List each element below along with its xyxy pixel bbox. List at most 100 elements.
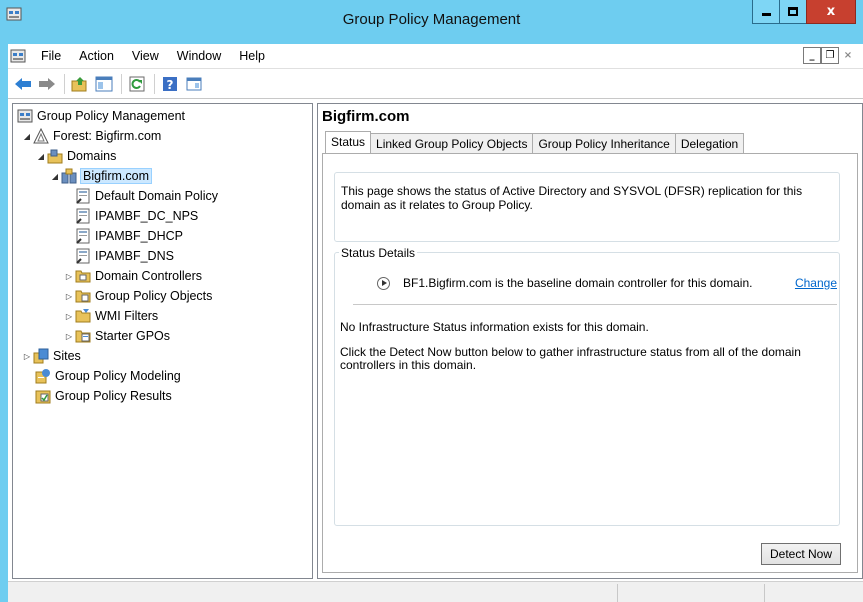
collapsed-arrow-icon[interactable]: ▷ [21,352,33,361]
gpo-link-icon [76,188,90,204]
tree-label: Forest: Bigfirm.com [53,129,162,143]
mdi-controls: _ ❐ × [803,47,857,64]
tree-label: Sites [53,349,81,363]
tree-node-domains[interactable]: ◢ Domains [35,146,116,166]
menu-window[interactable]: Window [168,49,230,63]
console-client-area: Group Policy Management ◢ Forest: Bigfir… [8,98,863,602]
tree-node-forest[interactable]: ◢ Forest: Bigfirm.com [21,126,161,146]
svg-text:?: ? [167,78,174,92]
expand-details-icon[interactable] [377,276,390,290]
status-details-group: Status Details BF1.Bigfirm.com is the ba… [334,246,840,526]
collapsed-arrow-icon[interactable]: ▷ [63,292,75,301]
help-icon: ? [163,76,177,92]
page-title: Bigfirm.com [322,108,410,125]
baseline-dc-text: BF1.Bigfirm.com is the baseline domain c… [403,276,753,290]
change-baseline-link[interactable]: Change [795,276,837,290]
tree-label: Group Policy Management [37,109,185,123]
toolbar-separator [121,73,122,94]
menu-view[interactable]: View [123,49,168,63]
no-info-message: No Infrastructure Status information exi… [340,320,649,334]
menu-file[interactable]: File [32,49,70,63]
show-hide-console-tree-button[interactable] [93,73,115,95]
menu-help[interactable]: Help [230,49,274,63]
mdi-minimize-button[interactable]: _ [803,47,821,64]
forest-icon [33,128,49,144]
status-bar-separator [764,584,765,602]
minimize-button[interactable] [752,0,780,24]
group-title: Status Details [339,246,418,260]
tree-label: WMI Filters [95,309,159,323]
tree-node-group-policy-modeling[interactable]: Group Policy Modeling [35,366,181,386]
refresh-icon [129,76,145,91]
menu-bar: File Action View Window Help _ ❐ × [8,44,863,68]
wmi-filter-folder-icon [75,309,91,323]
detect-instructions: Click the Detect Now button below to gat… [340,345,801,372]
window-title: Group Policy Management [342,11,521,28]
tree-node-gpo-link-default-domain-policy[interactable]: Default Domain Policy [75,186,218,206]
status-tab-panel: This page shows the status of Active Dir… [322,153,858,573]
tree-label: Group Policy Objects [95,289,213,303]
domain-icon [61,168,77,184]
tree-node-gpo-link-ipambf-dhcp[interactable]: IPAMBF_DHCP [75,226,183,246]
console-tree[interactable]: Group Policy Management ◢ Forest: Bigfir… [12,103,313,579]
tree-label: Default Domain Policy [95,189,218,203]
title-bar[interactable]: Group Policy Management x [0,0,863,44]
menu-action[interactable]: Action [70,49,123,63]
tree-node-group-policy-objects[interactable]: ▷ Group Policy Objects [63,286,213,306]
close-button[interactable]: x [806,0,856,24]
detect-now-button[interactable]: Detect Now [761,543,841,565]
tree-node-domain-bigfirm[interactable]: ◢ Bigfirm.com [49,166,152,186]
expanded-arrow-icon[interactable]: ◢ [21,132,33,141]
collapsed-arrow-icon[interactable]: ▷ [63,332,75,341]
maximize-button[interactable] [779,0,807,24]
mmc-document-icon[interactable] [10,48,26,64]
tab-status[interactable]: Status [325,131,372,153]
forward-button[interactable] [36,73,58,95]
details-pane: Bigfirm.com Status Linked Group Policy O… [317,103,863,579]
toolbar-separator [64,73,65,94]
tree-node-group-policy-results[interactable]: Group Policy Results [35,386,172,406]
expanded-arrow-icon[interactable]: ◢ [49,172,61,181]
tab-linked-gpos[interactable]: Linked Group Policy Objects [370,133,534,153]
sites-icon [33,348,49,364]
tree-node-gpo-link-ipambf-dns[interactable]: IPAMBF_DNS [75,246,174,266]
tab-strip: Status Linked Group Policy Objects Group… [325,131,745,153]
tree-label: Group Policy Modeling [55,369,181,383]
up-folder-icon [71,76,87,91]
baseline-dc-row: BF1.Bigfirm.com is the baseline domain c… [377,276,837,290]
tab-gp-inheritance[interactable]: Group Policy Inheritance [532,133,676,153]
mdi-close-button[interactable]: × [839,47,857,64]
tree-node-sites[interactable]: ▷ Sites [21,346,81,366]
up-one-level-button[interactable] [69,73,91,95]
maximize-icon [788,7,798,16]
close-icon: x [826,4,836,19]
tree-node-domain-controllers[interactable]: ▷ Domain Controllers [63,266,202,286]
tree-label: IPAMBF_DHCP [95,229,183,243]
properties-button[interactable] [183,73,205,95]
refresh-button[interactable] [126,73,148,95]
gpo-link-icon [76,228,90,244]
status-description: This page shows the status of Active Dir… [334,172,840,242]
gpo-link-icon [76,248,90,264]
gpo-folder-icon [75,290,91,303]
gpmc-icon [17,109,33,123]
tree-node-starter-gpos[interactable]: ▷ Starter GPOs [63,326,170,346]
tree-label: Bigfirm.com [80,168,152,184]
tree-label: Domain Controllers [95,269,202,283]
ou-folder-icon [75,270,91,283]
forward-arrow-icon [39,77,55,90]
tree-label: Domains [67,149,117,163]
back-button[interactable] [12,73,34,95]
tree-label: IPAMBF_DNS [95,249,174,263]
collapsed-arrow-icon[interactable]: ▷ [63,312,75,321]
mdi-restore-button[interactable]: ❐ [821,47,839,64]
tree-node-root[interactable]: Group Policy Management [17,106,185,126]
help-button[interactable]: ? [159,73,181,95]
tree-node-wmi-filters[interactable]: ▷ WMI Filters [63,306,158,326]
minimize-icon [761,13,771,16]
expanded-arrow-icon[interactable]: ◢ [35,152,47,161]
tree-node-gpo-link-ipambf-dc-nps[interactable]: IPAMBF_DC_NPS [75,206,198,226]
tab-delegation[interactable]: Delegation [674,133,745,153]
collapsed-arrow-icon[interactable]: ▷ [63,272,75,281]
tree-label: IPAMBF_DC_NPS [95,209,199,223]
